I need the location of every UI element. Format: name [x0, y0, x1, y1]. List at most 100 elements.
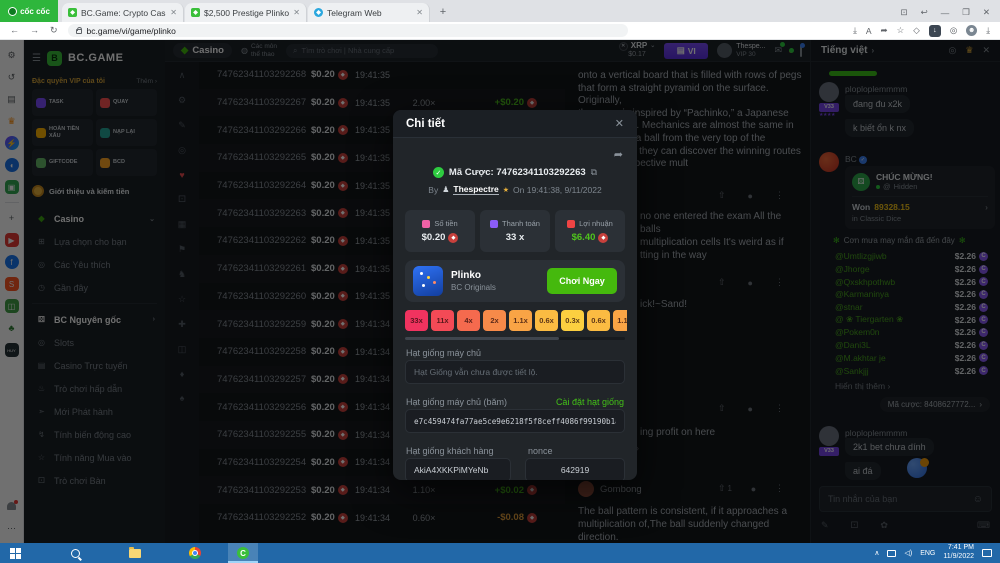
sidebar-item-bc-originals[interactable]: ⚄ BC Nguyên gốc ›: [32, 308, 157, 331]
chat-pencil-icon[interactable]: ✎: [821, 520, 829, 531]
chat-toggle-icon[interactable]: [800, 46, 802, 56]
search-input[interactable]: [301, 46, 431, 55]
like-icon[interactable]: ⇧: [718, 190, 726, 201]
url-text[interactable]: bc.game/vi/game/plinko: [87, 26, 176, 36]
tab-close-icon[interactable]: ✕: [170, 8, 177, 17]
chat-input-box[interactable]: ☺: [819, 486, 992, 512]
share-bet-icon[interactable]: ➦: [614, 148, 623, 161]
games-app-icon[interactable]: ▣: [5, 180, 19, 194]
rail-icon[interactable]: ∧: [179, 70, 186, 81]
promo-card[interactable]: TASK: [32, 89, 93, 116]
promo-card[interactable]: QUAY: [96, 89, 157, 116]
promo-card[interactable]: GIFTCODE: [32, 149, 93, 176]
tab-close-icon[interactable]: ✕: [416, 8, 423, 17]
rail-gem-icon[interactable]: ♦: [180, 369, 185, 379]
multiplier-scrollbar[interactable]: [405, 337, 625, 340]
chat-username[interactable]: ploploplemmmm: [845, 84, 907, 94]
download-page-icon[interactable]: ⤓: [853, 25, 857, 36]
back-button[interactable]: ←: [10, 25, 19, 36]
client-seed-field[interactable]: [405, 458, 511, 480]
dislike-icon[interactable]: ●: [751, 484, 756, 494]
nav-tab-casino[interactable]: ◆ Casino: [173, 43, 232, 58]
sidebar-item[interactable]: ◎ Slots: [32, 331, 157, 354]
like-icon[interactable]: ⇧: [718, 403, 726, 414]
dislike-icon[interactable]: ●: [748, 191, 753, 201]
browser-tab[interactable]: ◆ Telegram Web ✕: [308, 3, 430, 22]
tab-close-icon[interactable]: ✕: [293, 8, 300, 17]
history-icon[interactable]: ↺: [5, 70, 19, 84]
extension-download-icon[interactable]: ↓: [929, 25, 941, 37]
rain-username[interactable]: @Jhorge: [835, 264, 870, 274]
rail-plus-icon[interactable]: ✚: [178, 319, 186, 330]
chat-dice-icon[interactable]: ⚀: [851, 520, 859, 531]
input-language[interactable]: ENG: [920, 550, 935, 557]
newsfeed-icon[interactable]: ▤: [5, 92, 19, 106]
minimize-button[interactable]: —: [941, 8, 950, 18]
rail-dice-icon[interactable]: ⚀: [178, 194, 186, 205]
emoji-picker-icon[interactable]: ☺: [973, 494, 983, 505]
rail-favorite-icon[interactable]: ♥: [179, 170, 184, 180]
copy-icon[interactable]: ⧉: [591, 167, 597, 178]
chat-flower-icon[interactable]: ✿: [880, 520, 888, 531]
rain-username[interactable]: @ ❀ Tiergarten ❀: [835, 314, 903, 325]
keyboard-icon[interactable]: ⌨: [977, 520, 990, 531]
dislike-icon[interactable]: ●: [748, 278, 753, 288]
dislike-icon[interactable]: ●: [748, 404, 753, 414]
rain-username[interactable]: @Sankjjj: [835, 366, 869, 376]
sidebar-item[interactable]: ☆ Tính năng Mua vào: [32, 446, 157, 469]
chat-message-input[interactable]: [828, 494, 973, 504]
rail-knight-icon[interactable]: ♞: [178, 269, 186, 280]
game-search[interactable]: ⌕: [286, 44, 438, 58]
kebab-menu-icon[interactable]: ⋮: [775, 483, 784, 494]
avatar[interactable]: [819, 426, 839, 446]
rain-username[interactable]: @stnar: [835, 302, 863, 312]
rain-username[interactable]: @Qxskhpothwb: [835, 277, 895, 287]
chat-rules-icon[interactable]: ◎: [949, 45, 957, 56]
sidebar-item[interactable]: ▤ Casino Trực tuyến: [32, 354, 157, 377]
wallet-button[interactable]: ▤ VI: [664, 43, 708, 59]
rail-star-icon[interactable]: ☆: [178, 294, 186, 305]
facebook-icon[interactable]: f: [5, 255, 19, 269]
address-bar[interactable]: bc.game/vi/game/plinko: [68, 24, 628, 37]
play-now-button[interactable]: Chơi Ngay: [547, 268, 617, 294]
bcgame-logo-text[interactable]: BC.GAME: [68, 52, 123, 64]
restore-tab-icon[interactable]: ↩: [921, 7, 928, 18]
browser-profile-avatar[interactable]: ☻: [966, 25, 977, 36]
rail-settings-icon[interactable]: ⚙: [178, 95, 186, 106]
rail-edit-icon[interactable]: ✎: [178, 120, 186, 131]
seed-settings-link[interactable]: Cài đặt hạt giống: [556, 397, 624, 407]
rain-username[interactable]: @Umtlizgjiwb: [835, 251, 887, 261]
settings-gear-icon[interactable]: ⚙: [5, 48, 19, 62]
kebab-menu-icon[interactable]: ⋮: [775, 190, 784, 201]
user-profile[interactable]: Thespe... VIP 30: [717, 43, 765, 59]
reload-button[interactable]: ↻: [50, 25, 58, 36]
avatar[interactable]: [717, 43, 732, 58]
notification-bell-icon[interactable]: ◎: [950, 25, 957, 36]
forward-button[interactable]: →: [30, 25, 39, 36]
nav-tab-sports[interactable]: ◍ Các mônthể thao: [241, 43, 277, 58]
bookmark-star-icon[interactable]: ☆: [897, 25, 905, 36]
taskbar-search-icon[interactable]: [60, 543, 90, 563]
messenger-icon[interactable]: ⚡: [5, 136, 19, 150]
inbox-icon[interactable]: ✉: [774, 45, 782, 56]
rail-spade-icon[interactable]: ♠: [180, 393, 185, 403]
referral-link[interactable]: Giới thiệu và kiếm tiền: [32, 185, 157, 197]
close-button[interactable]: ✕: [983, 7, 990, 18]
adblock-shield-icon[interactable]: ◇: [913, 25, 920, 36]
coccoc-taskbar-icon[interactable]: C: [228, 543, 258, 563]
sidebar-item[interactable]: ♨ Trò chơi hấp dẫn: [32, 377, 157, 400]
browser-tab[interactable]: ◆ BC.Game: Crypto Casino Gam ✕: [62, 3, 184, 22]
like-icon[interactable]: ⇧1: [718, 483, 732, 494]
promo-card[interactable]: BCD: [96, 149, 157, 176]
blue-app-icon[interactable]: ◖: [5, 158, 19, 172]
green-app-icon[interactable]: ◫: [5, 299, 19, 313]
rain-username[interactable]: @Dani3L: [835, 340, 871, 350]
media-controls-icon[interactable]: ⊡: [901, 7, 908, 18]
start-button[interactable]: [0, 543, 30, 563]
kebab-menu-icon[interactable]: ⋮: [775, 277, 784, 288]
sidebar-item[interactable]: ◷ Gần đây: [32, 276, 157, 299]
sidebar-item[interactable]: ⊞ Lựa chọn cho bạn: [32, 230, 157, 253]
hamburger-menu-icon[interactable]: ☰: [32, 53, 41, 64]
avatar[interactable]: [819, 82, 839, 102]
taskbar-clock[interactable]: 7:41 PM 11/9/2022: [943, 544, 974, 562]
